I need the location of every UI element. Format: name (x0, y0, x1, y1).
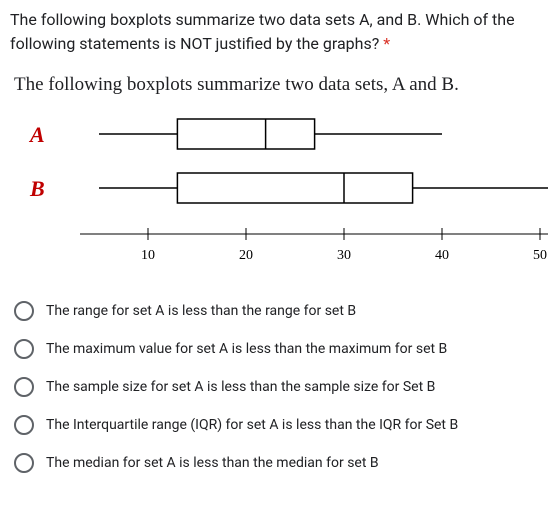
option-3[interactable]: The Interquartile range (IQR) for set A … (8, 406, 550, 444)
required-indicator: * (383, 34, 390, 53)
figure-container: The following boxplots summarize two dat… (0, 60, 558, 284)
x-axis (80, 228, 548, 240)
boxplot-b (99, 173, 548, 203)
x-tick-4: 50 (533, 248, 547, 263)
x-tick-3: 40 (435, 248, 449, 263)
quiz-question-block: The following boxplots summarize two dat… (0, 0, 558, 488)
option-label: The median for set A is less than the me… (46, 455, 379, 471)
radio-icon (14, 301, 34, 321)
radio-icon (14, 339, 34, 359)
option-0[interactable]: The range for set A is less than the ran… (8, 292, 550, 330)
option-1[interactable]: The maximum value for set A is less than… (8, 330, 550, 368)
x-tick-0: 10 (141, 248, 155, 263)
boxplot-chart: A B (10, 104, 548, 284)
radio-icon (14, 377, 34, 397)
option-4[interactable]: The median for set A is less than the me… (8, 444, 550, 482)
option-label: The Interquartile range (IQR) for set A … (46, 417, 458, 433)
option-2[interactable]: The sample size for set A is less than t… (8, 368, 550, 406)
x-tick-1: 20 (239, 248, 253, 263)
question-text: The following boxplots summarize two dat… (10, 10, 515, 53)
figure-title: The following boxplots summarize two dat… (10, 66, 548, 104)
answer-options: The range for set A is less than the ran… (0, 284, 558, 488)
series-label-a: A (28, 122, 45, 147)
option-label: The sample size for set A is less than t… (46, 379, 435, 395)
x-tick-2: 30 (337, 248, 351, 263)
radio-icon (14, 453, 34, 473)
series-label-b: B (29, 176, 45, 201)
option-label: The maximum value for set A is less than… (46, 341, 447, 357)
question-text-container: The following boxplots summarize two dat… (0, 0, 558, 60)
radio-icon (14, 415, 34, 435)
boxplot-a (99, 119, 442, 149)
option-label: The range for set A is less than the ran… (46, 303, 356, 319)
